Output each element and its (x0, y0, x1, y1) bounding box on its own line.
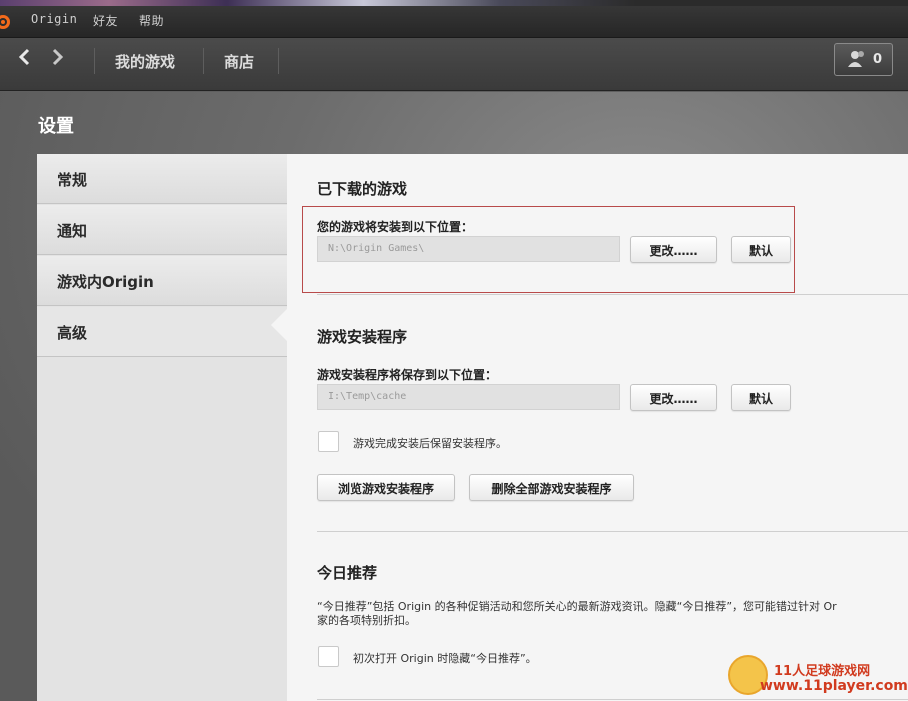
section-divider (317, 699, 908, 700)
friends-count: 0 (873, 52, 883, 67)
sidebar-item-in-game[interactable]: 游戏内Origin (37, 256, 287, 306)
page-title: 设置 (38, 116, 74, 137)
section-title-installer: 游戏安装程序 (317, 328, 408, 346)
forward-button[interactable] (52, 48, 64, 71)
chevron-left-icon (18, 48, 30, 66)
nav-divider (203, 48, 204, 74)
today-description-line2: 家的各项特别折扣。 (317, 614, 416, 627)
hide-today-checkbox[interactable] (318, 646, 339, 667)
watermark-url: www.11player.com (760, 678, 908, 694)
sidebar-item-notifications[interactable]: 通知 (37, 205, 287, 255)
browse-installers-button[interactable]: 浏览游戏安装程序 (317, 474, 455, 501)
back-button[interactable] (18, 48, 30, 71)
section-divider (317, 294, 908, 295)
keep-installer-checkbox[interactable] (318, 431, 339, 452)
nav-bar: 我的游戏 商店 0 (0, 38, 908, 91)
nav-divider (94, 48, 95, 74)
installer-path-field[interactable]: I:\Temp\cache (317, 384, 620, 410)
sidebar-item-advanced[interactable]: 高级 (37, 307, 287, 357)
today-description-line1: “今日推荐”包括 Origin 的各种促销活动和您所关心的最新游戏资讯。隐藏“今… (317, 600, 837, 613)
friends-button[interactable]: 0 (834, 43, 893, 76)
people-icon (847, 50, 867, 72)
installer-location-label: 游戏安装程序将保存到以下位置： (317, 368, 498, 382)
top-menu-bar: Origin 好友 帮助 (0, 0, 908, 38)
title-strip (0, 0, 908, 6)
highlight-annotation (302, 206, 795, 293)
origin-logo-icon (0, 15, 10, 29)
section-title-downloaded: 已下载的游戏 (317, 180, 408, 198)
section-divider (317, 531, 908, 532)
settings-area: 设置 常规 通知 游戏内Origin 高级 已下载的游戏 您的游戏将安装到以下位… (0, 92, 908, 701)
change-installer-path-button[interactable]: 更改…… (630, 384, 717, 411)
default-installer-path-button[interactable]: 默认 (731, 384, 791, 411)
nav-divider (278, 48, 279, 74)
nav-store[interactable]: 商店 (224, 51, 254, 72)
settings-sidebar: 常规 通知 游戏内Origin 高级 (37, 154, 289, 701)
section-title-today: 今日推荐 (317, 564, 378, 582)
menu-friends[interactable]: 好友 (93, 12, 118, 29)
sidebar-item-general[interactable]: 常规 (37, 154, 287, 204)
keep-installer-label: 游戏完成安装后保留安装程序。 (353, 437, 507, 450)
menu-help[interactable]: 帮助 (139, 12, 164, 29)
hide-today-label: 初次打开 Origin 时隐藏“今日推荐”。 (353, 652, 537, 665)
delete-installers-button[interactable]: 删除全部游戏安装程序 (469, 474, 634, 501)
chevron-right-icon (52, 48, 64, 66)
watermark-site-name: 11人足球游戏网 (774, 664, 871, 679)
nav-my-games[interactable]: 我的游戏 (115, 51, 175, 72)
menu-origin[interactable]: Origin (31, 12, 77, 26)
